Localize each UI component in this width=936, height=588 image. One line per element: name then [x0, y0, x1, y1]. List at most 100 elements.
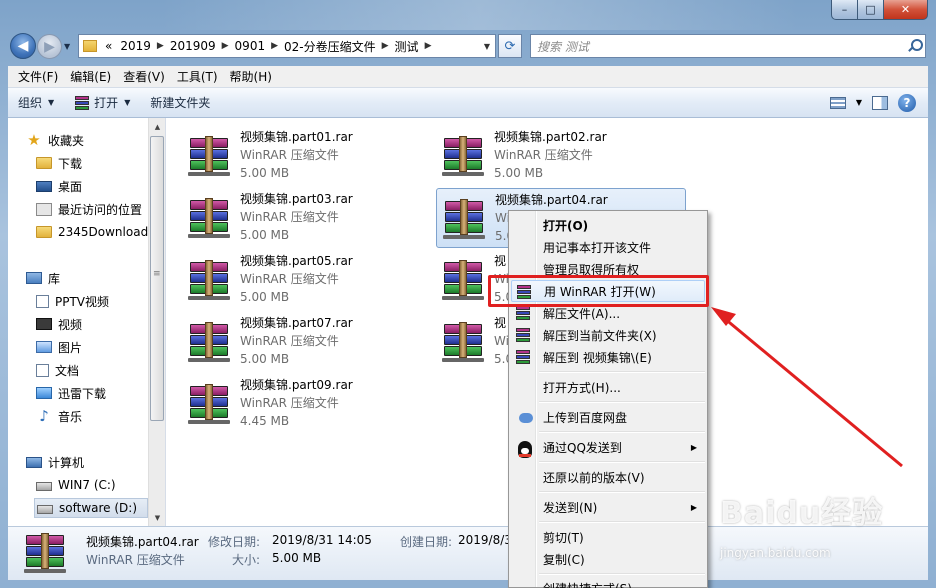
menu-file[interactable]: 文件(F): [12, 68, 64, 85]
sidebar-libraries[interactable]: 库: [26, 268, 166, 288]
menu-item-open-notepad[interactable]: 用记事本打开该文件: [511, 236, 705, 258]
sidebar-favorites[interactable]: ★ 收藏夹: [26, 130, 166, 150]
forward-button[interactable]: ▶: [37, 34, 62, 59]
close-button[interactable]: ✕: [884, 0, 928, 20]
sidebar-item-drive-d[interactable]: software (D:): [34, 498, 148, 518]
chevron-right-icon[interactable]: ▶: [380, 41, 391, 51]
help-icon[interactable]: ?: [898, 93, 916, 112]
file-item[interactable]: 视频集锦.part07.rar WinRAR 压缩文件 5.00 MB: [166, 312, 416, 372]
file-size: 5.00 MB: [240, 352, 290, 366]
file-item[interactable]: 视频集锦.part05.rar WinRAR 压缩文件 5.00 MB: [166, 250, 416, 310]
submenu-arrow-icon: ▶: [690, 502, 697, 512]
folder-icon: [36, 157, 52, 169]
winrar-archive-icon: [22, 531, 68, 577]
watermark-url: jingyan.baidu.com: [720, 546, 831, 560]
menu-item-cut[interactable]: 剪切(T): [511, 526, 705, 548]
sidebar-scrollbar[interactable]: ▲ ≡ ▼: [148, 118, 165, 526]
breadcrumb-0901[interactable]: 0901: [231, 39, 270, 53]
winrar-archive-icon: [186, 258, 232, 304]
chevron-down-icon[interactable]: ▼: [856, 98, 862, 107]
details-modified-label: 修改日期:: [208, 535, 261, 549]
new-folder-label: 新建文件夹: [150, 96, 211, 110]
file-item[interactable]: 视频集锦.part02.rar WinRAR 压缩文件 5.00 MB: [420, 126, 670, 186]
address-dropdown-icon[interactable]: ▼: [479, 42, 495, 51]
new-folder-button[interactable]: 新建文件夹: [140, 94, 220, 111]
menu-item-send-to[interactable]: 发送到(N) ▶: [511, 496, 705, 518]
search-placeholder: 搜索 测试: [537, 39, 589, 54]
breadcrumb-split-archive[interactable]: 02-分卷压缩文件: [280, 38, 380, 55]
open-button[interactable]: 打开 ▼: [64, 94, 140, 111]
menu-item-label: 打开(O): [543, 218, 589, 233]
menu-item-label: 打开方式(H)...: [543, 380, 621, 395]
winrar-archive-icon: [440, 320, 486, 366]
breadcrumb-overflow[interactable]: «: [101, 39, 116, 53]
back-button[interactable]: ◀: [10, 33, 36, 59]
winrar-archive-icon: [186, 320, 232, 366]
file-item[interactable]: 视频集锦.part09.rar WinRAR 压缩文件 4.45 MB: [166, 374, 416, 434]
organize-button[interactable]: 组织 ▼: [8, 94, 64, 111]
library-icon: [26, 272, 42, 284]
menu-item-open-with[interactable]: 打开方式(H)...: [511, 376, 705, 398]
music-note-icon: ♪: [39, 407, 49, 425]
menu-item-copy[interactable]: 复制(C): [511, 548, 705, 570]
preview-pane-icon[interactable]: [872, 95, 888, 110]
menu-item-send-via-qq[interactable]: 通过QQ发送到 ▶: [511, 436, 705, 458]
sidebar-computer[interactable]: 计算机: [26, 452, 166, 472]
submenu-arrow-icon: ▶: [690, 442, 697, 452]
file-size: 4.45 MB: [240, 414, 290, 428]
menu-edit[interactable]: 编辑(E): [64, 68, 117, 85]
file-name: 视频集锦.part07.rar: [240, 316, 353, 330]
details-created-label: 创建日期:: [400, 535, 453, 549]
drive-icon: [37, 505, 53, 514]
menu-item-extract-here[interactable]: 解压到当前文件夹(X): [511, 324, 705, 346]
scroll-down-icon[interactable]: ▼: [149, 509, 166, 526]
menu-item-label: 剪切(T): [543, 530, 584, 545]
folder-icon: [83, 40, 97, 52]
refresh-button[interactable]: ⟳: [498, 34, 522, 58]
menu-item-label: 创建快捷方式(S): [543, 580, 632, 588]
file-item[interactable]: 视频集锦.part03.rar WinRAR 压缩文件 5.00 MB: [166, 188, 416, 248]
menu-item-open[interactable]: 打开(O): [511, 214, 705, 236]
file-item[interactable]: 视频集锦.part01.rar WinRAR 压缩文件 5.00 MB: [166, 126, 416, 186]
details-size-value: 5.00 MB: [272, 551, 322, 565]
file-name: 视频集锦.part09.rar: [240, 378, 353, 392]
file-item[interactable]: 视 Wi 5.0: [420, 312, 513, 372]
menu-tools[interactable]: 工具(T): [171, 68, 224, 85]
drive-icon: [36, 482, 52, 491]
winrar-archive-icon: [186, 134, 232, 180]
grip-icon: ≡: [153, 269, 161, 279]
search-input[interactable]: 搜索 测试: [530, 34, 926, 58]
menu-help[interactable]: 帮助(H): [224, 68, 278, 85]
address-bar[interactable]: « 2019 ▶ 201909 ▶ 0901 ▶ 02-分卷压缩文件 ▶ 测试 …: [78, 34, 496, 58]
view-options-icon[interactable]: [829, 96, 846, 109]
sidebar-item-2345downloads[interactable]: 2345Downloads: [36, 222, 150, 242]
winrar-archive-icon: [186, 196, 232, 242]
file-type: WinRAR 压缩文件: [240, 272, 339, 286]
search-icon[interactable]: [907, 39, 923, 53]
minimize-button[interactable]: –: [831, 0, 858, 20]
menu-item-label: 还原以前的版本(V): [543, 470, 645, 485]
maximize-button[interactable]: □: [858, 0, 884, 20]
menu-item-create-shortcut[interactable]: 创建快捷方式(S): [511, 577, 705, 588]
chevron-right-icon[interactable]: ▶: [220, 41, 231, 51]
breadcrumb-test[interactable]: 测试: [391, 38, 423, 55]
breadcrumb-201909[interactable]: 201909: [166, 39, 220, 53]
menu-item-label: 通过QQ发送到: [543, 440, 622, 455]
history-dropdown-icon[interactable]: ▼: [64, 42, 70, 51]
breadcrumb-2019[interactable]: 2019: [116, 39, 155, 53]
scroll-up-icon[interactable]: ▲: [149, 118, 166, 135]
chevron-right-icon[interactable]: ▶: [423, 41, 434, 51]
winrar-icon: [515, 305, 531, 321]
menu-item-restore-versions[interactable]: 还原以前的版本(V): [511, 466, 705, 488]
menu-item-label: 解压文件(A)...: [543, 306, 621, 321]
sidebar-item-label: 最近访问的位置: [58, 202, 143, 217]
menu-item-label: 用记事本打开该文件: [543, 240, 652, 255]
baidu-jingyan-watermark: Baidu经验: [720, 496, 884, 531]
menu-item-upload-baidu[interactable]: 上传到百度网盘: [511, 406, 705, 428]
menu-view[interactable]: 查看(V): [117, 68, 171, 85]
chevron-right-icon[interactable]: ▶: [155, 41, 166, 51]
menu-item-extract-to-folder[interactable]: 解压到 视频集锦\(E): [511, 346, 705, 368]
menu-separator: [539, 491, 705, 493]
chevron-right-icon[interactable]: ▶: [269, 41, 280, 51]
sidebar-item-label: 收藏夹: [48, 133, 85, 148]
